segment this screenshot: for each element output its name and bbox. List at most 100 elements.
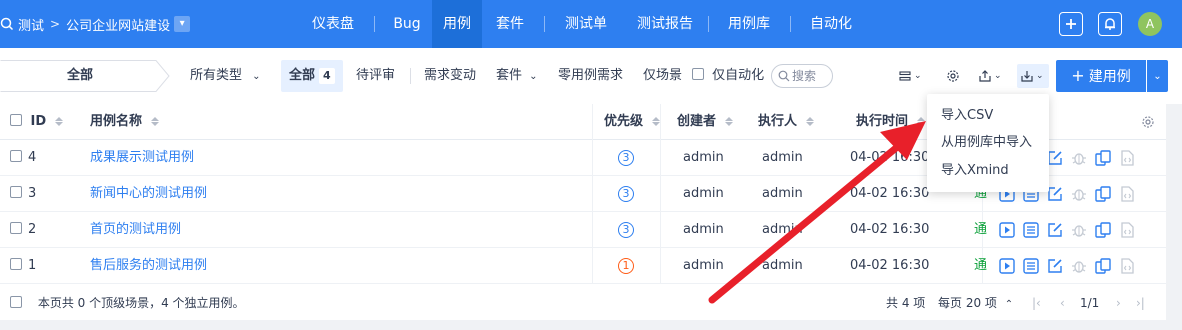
avatar[interactable]: A — [1138, 12, 1162, 36]
tab-all[interactable]: 全部 4 — [281, 60, 343, 92]
row-executor: admin — [762, 150, 803, 165]
table-row[interactable]: 1 售后服务的测试用例 1 admin admin 04-02 16:30 通 — [0, 248, 1166, 284]
row-exec-time: 04-02 16:30 — [850, 222, 930, 237]
page-indicator: 1/1 — [1080, 296, 1100, 310]
checkbox[interactable] — [692, 68, 704, 80]
row-title-link[interactable]: 新闻中心的测试用例 — [90, 176, 207, 212]
nav-testreport[interactable]: 测试报告 — [624, 0, 706, 48]
breadcrumb-product[interactable]: 测试 — [18, 15, 44, 34]
add-icon[interactable] — [1059, 12, 1083, 36]
nav-bug[interactable]: Bug — [384, 0, 430, 48]
header-exec-time[interactable]: 执行时间 — [856, 104, 925, 140]
create-case-label: 建用例 — [1088, 69, 1131, 85]
script-icon[interactable] — [1118, 149, 1136, 167]
sort-icon — [916, 116, 925, 127]
priority-badge: 1 — [618, 257, 634, 274]
row-title-link[interactable]: 首页的测试用例 — [90, 212, 181, 248]
header-id[interactable]: ID — [10, 104, 63, 140]
copy-icon[interactable] — [1094, 185, 1112, 203]
bug-icon[interactable] — [1070, 149, 1088, 167]
row-priority: 3 — [618, 140, 634, 176]
search-button[interactable]: 搜索 — [771, 64, 833, 88]
row-title-link[interactable]: 售后服务的测试用例 — [90, 248, 207, 284]
copy-icon[interactable] — [1094, 257, 1112, 275]
tab-wait-review[interactable]: 待评审 — [356, 60, 395, 92]
type-filter-dropdown[interactable]: 所有类型 ⌄ — [190, 60, 261, 92]
row-checkbox[interactable] — [10, 258, 22, 270]
header-creator[interactable]: 创建者 — [677, 104, 733, 140]
import-button[interactable]: ⌄ — [1017, 64, 1049, 88]
results-icon[interactable] — [1022, 221, 1040, 239]
priority-badge: 3 — [618, 185, 634, 202]
view-switch-button[interactable]: ⌄ — [898, 64, 926, 88]
row-executor: admin — [762, 222, 803, 237]
create-case-dropdown[interactable]: ⌄ — [1147, 60, 1168, 92]
bell-icon[interactable] — [1098, 12, 1122, 36]
copy-icon[interactable] — [1094, 149, 1112, 167]
prev-page-icon[interactable]: ‹ — [1060, 286, 1065, 320]
menu-import-from-lib[interactable]: 从用例库中导入 — [927, 129, 1049, 157]
column-settings-icon[interactable] — [1141, 104, 1155, 140]
nav-suite[interactable]: 套件 — [484, 0, 536, 48]
next-page-icon[interactable]: › — [1116, 286, 1121, 320]
row-status: 通 — [974, 222, 988, 237]
header-pri[interactable]: 优先级 — [604, 104, 660, 140]
row-priority: 1 — [618, 248, 634, 284]
tab-suite-dropdown[interactable]: 套件 ⌄ — [496, 60, 538, 92]
row-id: 3 — [10, 176, 36, 212]
row-checkbox[interactable] — [10, 150, 22, 162]
chevron-down-icon: ⌄ — [1153, 70, 1162, 82]
row-priority: 3 — [618, 176, 634, 212]
chevron-down-icon: ⌄ — [1036, 71, 1044, 81]
menu-import-xmind[interactable]: 导入Xmind — [927, 157, 1049, 185]
chevron-down-icon: ⌄ — [994, 71, 1002, 81]
nav-testtask[interactable]: 测试单 — [556, 0, 616, 48]
row-checkbox[interactable] — [10, 222, 22, 234]
bug-icon[interactable] — [1070, 185, 1088, 203]
import-menu: 导入CSV 从用例库中导入 导入Xmind — [927, 94, 1049, 192]
table-row[interactable]: 2 首页的测试用例 3 admin admin 04-02 16:30 通 — [0, 212, 1166, 248]
row-checkbox[interactable] — [10, 186, 22, 198]
per-page-dropdown[interactable]: 每页 20 项 ⌃ — [938, 286, 1013, 320]
chevron-down-icon[interactable]: ▾ — [174, 16, 191, 32]
auto-only-toggle[interactable]: 仅自动化 — [692, 60, 764, 92]
nav-dashboard[interactable]: 仪表盘 — [302, 0, 364, 48]
scope-all[interactable]: 全部 — [0, 60, 160, 92]
select-all-checkbox[interactable] — [10, 114, 22, 126]
script-icon[interactable] — [1118, 185, 1136, 203]
row-title-link[interactable]: 成果展示测试用例 — [90, 140, 194, 176]
gear-icon[interactable] — [946, 64, 962, 88]
export-button[interactable]: ⌄ — [978, 64, 1008, 88]
edit-icon[interactable] — [1046, 221, 1064, 239]
nav-caselib[interactable]: 用例库 — [718, 0, 780, 48]
run-icon[interactable] — [998, 221, 1016, 239]
bug-icon[interactable] — [1070, 257, 1088, 275]
edit-icon[interactable] — [1046, 257, 1064, 275]
bug-icon[interactable] — [1070, 221, 1088, 239]
script-icon[interactable] — [1118, 221, 1136, 239]
last-page-icon[interactable]: ›| — [1136, 286, 1145, 320]
nav-automation[interactable]: 自动化 — [800, 0, 862, 48]
tab-story-changed[interactable]: 需求变动 — [424, 60, 476, 92]
search-icon[interactable] — [0, 17, 14, 31]
first-page-icon[interactable]: |‹ — [1032, 286, 1041, 320]
row-executor: admin — [762, 258, 803, 273]
header-title[interactable]: 用例名称 — [90, 104, 159, 140]
run-icon[interactable] — [998, 257, 1016, 275]
header-executor[interactable]: 执行人 — [758, 104, 814, 140]
row-exec-time: 04-02 16:30 — [850, 258, 930, 273]
breadcrumb-project[interactable]: 公司企业网站建设 — [66, 15, 170, 34]
script-icon[interactable] — [1118, 257, 1136, 275]
chevron-down-icon: ⌄ — [252, 71, 261, 82]
menu-import-csv[interactable]: 导入CSV — [927, 102, 1049, 130]
copy-icon[interactable] — [1094, 221, 1112, 239]
results-icon[interactable] — [1022, 257, 1040, 275]
create-case-button[interactable]: + 建用例 — [1056, 60, 1146, 92]
tab-scene-only[interactable]: 仅场景 — [643, 60, 682, 92]
nav-testcase[interactable]: 用例 — [432, 0, 482, 48]
chevron-up-icon: ⌃ — [1004, 299, 1014, 310]
sort-icon — [805, 116, 814, 127]
breadcrumb: 测试 > 公司企业网站建设 ▾ — [0, 0, 191, 48]
tab-zero-case[interactable]: 零用例需求 — [558, 60, 623, 92]
checkbox[interactable] — [10, 296, 22, 308]
